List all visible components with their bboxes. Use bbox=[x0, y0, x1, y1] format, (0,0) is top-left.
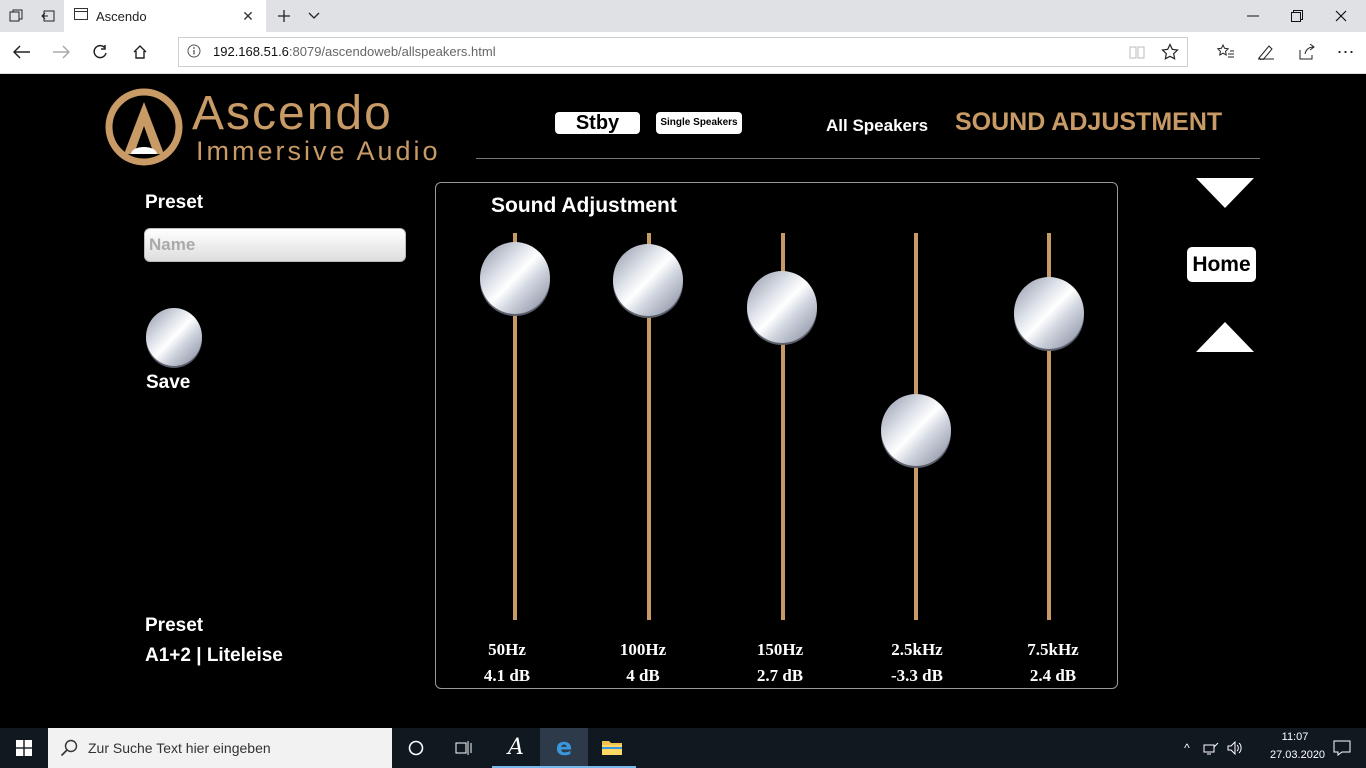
band-gain-label: 2.4 dB bbox=[1029, 666, 1077, 685]
band-frequency-label: 150Hz bbox=[756, 640, 804, 659]
band-gain-label: 4.1 dB bbox=[483, 666, 531, 685]
header-divider bbox=[476, 158, 1260, 159]
save-knob-button[interactable] bbox=[145, 307, 203, 369]
edge-browser-taskbar-icon[interactable]: e bbox=[540, 728, 588, 768]
single-speakers-button[interactable]: Single Speakers bbox=[656, 112, 742, 134]
eq-slider-knob[interactable] bbox=[746, 270, 818, 346]
band-frequency-label: 2.5kHz bbox=[891, 640, 943, 659]
network-icon[interactable] bbox=[1200, 728, 1222, 768]
windows-start-icon[interactable] bbox=[0, 728, 48, 768]
scroll-up-arrow-icon[interactable] bbox=[1196, 322, 1254, 352]
close-tab-icon[interactable]: ✕ bbox=[236, 0, 260, 32]
scroll-down-arrow-icon[interactable] bbox=[1196, 178, 1254, 208]
panel-title: Sound Adjustment bbox=[491, 194, 677, 217]
home-page-icon[interactable] bbox=[120, 32, 160, 72]
preset-heading: Preset bbox=[145, 192, 204, 213]
forward-icon[interactable] bbox=[41, 32, 81, 72]
restore-icon[interactable] bbox=[1274, 0, 1320, 32]
home-button[interactable]: Home bbox=[1187, 247, 1256, 282]
save-label: Save bbox=[146, 372, 191, 393]
search-icon bbox=[60, 739, 78, 762]
volume-icon[interactable] bbox=[1224, 728, 1246, 768]
eq-slider-knob[interactable] bbox=[479, 241, 551, 317]
tab-title: Ascendo bbox=[96, 8, 147, 24]
brand-subtitle: Immersive Audio bbox=[196, 136, 441, 166]
tab-preview-chevron-icon[interactable] bbox=[298, 0, 330, 32]
standby-button[interactable]: Stby bbox=[555, 112, 640, 134]
browser-tab[interactable]: Ascendo ✕ bbox=[64, 0, 266, 32]
refresh-icon[interactable] bbox=[80, 32, 120, 72]
page-icon bbox=[74, 7, 88, 25]
preset-name-input[interactable] bbox=[144, 228, 406, 262]
cortana-icon[interactable] bbox=[392, 728, 440, 768]
set-aside-tabs-icon[interactable] bbox=[32, 0, 64, 32]
band-frequency-label: 100Hz bbox=[619, 640, 667, 659]
favorite-star-icon[interactable] bbox=[1161, 43, 1179, 66]
action-center-icon[interactable] bbox=[1318, 728, 1366, 768]
current-preset-value: A1+2 | Liteleise bbox=[145, 645, 283, 666]
reading-view-icon[interactable] bbox=[1129, 45, 1145, 64]
search-placeholder: Zur Suche Text hier eingeben bbox=[88, 740, 271, 756]
all-speakers-label: All Speakers bbox=[826, 116, 929, 135]
eq-slider-knob[interactable] bbox=[880, 393, 952, 469]
ascendo-logo-icon bbox=[105, 88, 183, 166]
back-icon[interactable] bbox=[2, 32, 42, 72]
band-gain-label: 4 dB bbox=[626, 666, 660, 685]
band-frequency-label: 50Hz bbox=[488, 640, 526, 659]
close-window-icon[interactable] bbox=[1318, 0, 1364, 32]
more-options-icon[interactable]: ⋯ bbox=[1326, 32, 1366, 72]
share-icon[interactable] bbox=[1286, 32, 1326, 72]
brand-name: Ascendo bbox=[192, 87, 393, 140]
eq-slider-knob[interactable] bbox=[612, 243, 684, 319]
clock-time[interactable]: 11:07 bbox=[1270, 731, 1320, 743]
band-gain-label: -3.3 dB bbox=[891, 666, 943, 685]
taskbar-search-box[interactable]: Zur Suche Text hier eingeben bbox=[48, 728, 392, 768]
file-explorer-icon[interactable] bbox=[588, 728, 636, 768]
web-note-pen-icon[interactable] bbox=[1246, 32, 1286, 72]
url-text[interactable]: 192.168.51.6:8079/ascendoweb/allspeakers… bbox=[213, 38, 496, 66]
new-tab-icon[interactable] bbox=[268, 0, 300, 32]
url-path: :8079/ascendoweb/allspeakers.html bbox=[288, 44, 496, 59]
address-bar[interactable]: 192.168.51.6:8079/ascendoweb/allspeakers… bbox=[178, 37, 1188, 67]
show-hidden-icons-chevron-icon[interactable]: ^ bbox=[1178, 728, 1196, 768]
page-title: SOUND ADJUSTMENT bbox=[955, 108, 1223, 136]
minimize-icon[interactable] bbox=[1230, 0, 1276, 32]
tab-actions-icon[interactable] bbox=[0, 0, 32, 32]
ascendo-app-taskbar-icon[interactable]: A bbox=[492, 728, 540, 768]
task-view-icon[interactable] bbox=[440, 728, 488, 768]
favorites-hub-icon[interactable] bbox=[1206, 32, 1246, 72]
band-gain-label: 2.7 dB bbox=[756, 666, 804, 685]
site-info-icon[interactable] bbox=[187, 44, 201, 63]
band-frequency-label: 7.5kHz bbox=[1027, 640, 1079, 659]
eq-slider-knob[interactable] bbox=[1013, 276, 1085, 352]
url-host: 192.168.51.6 bbox=[213, 44, 289, 59]
clock-date[interactable]: 27.03.2020 bbox=[1270, 749, 1325, 761]
current-preset-heading: Preset bbox=[145, 615, 204, 636]
